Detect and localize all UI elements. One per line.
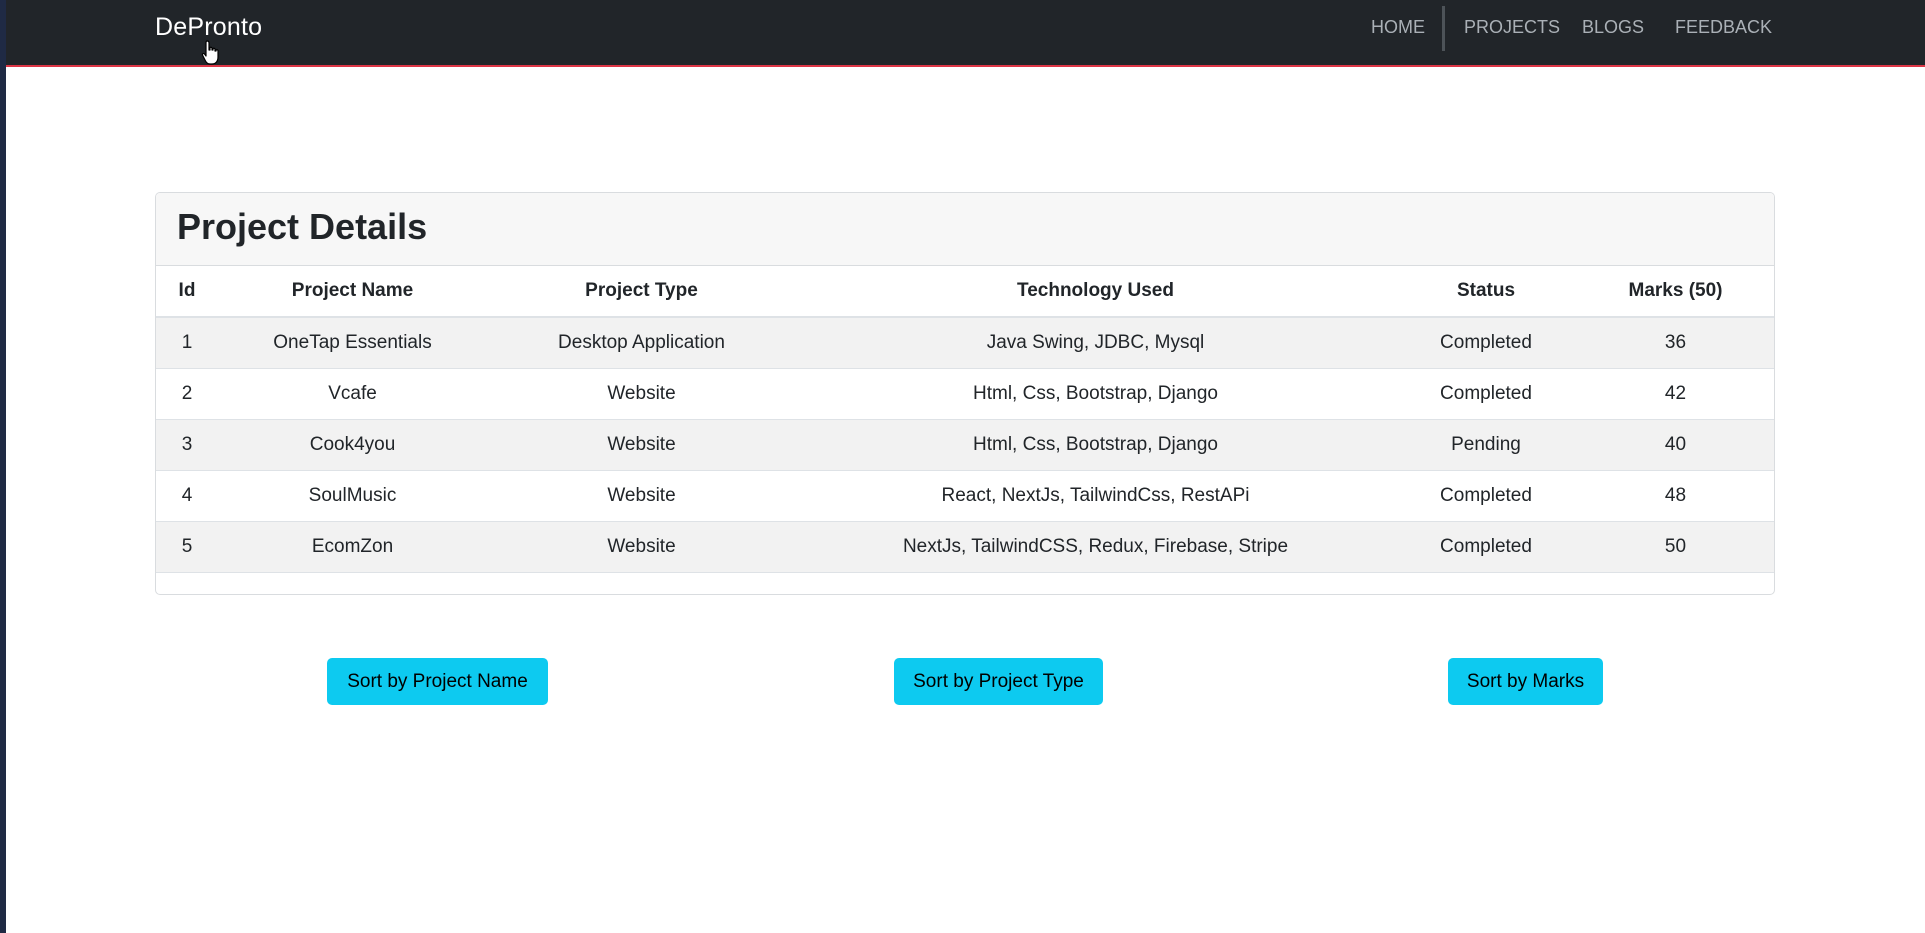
card-header: Project Details xyxy=(156,193,1774,266)
nav-divider xyxy=(1442,6,1445,51)
sort-by-project-name-button[interactable]: Sort by Project Name xyxy=(327,658,548,705)
cell-technology: React, NextJs, TailwindCss, RestAPi xyxy=(796,470,1395,522)
cell-project-type: Website xyxy=(487,521,796,573)
window-edge xyxy=(0,0,6,933)
column-header-status: Status xyxy=(1395,266,1577,318)
cell-id: 1 xyxy=(156,317,218,369)
cell-technology: Html, Css, Bootstrap, Django xyxy=(796,368,1395,420)
cell-marks: 36 xyxy=(1577,317,1774,369)
column-header-project-name: Project Name xyxy=(218,266,487,318)
cell-project-name: Vcafe xyxy=(218,368,487,420)
projects-table: Id Project Name Project Type Technology … xyxy=(156,266,1774,573)
column-header-marks: Marks (50) xyxy=(1577,266,1774,318)
cell-project-type: Desktop Application xyxy=(487,317,796,369)
column-header-technology: Technology Used xyxy=(796,266,1395,318)
column-header-project-type: Project Type xyxy=(487,266,796,318)
top-navbar: DePronto HOME PROJECTS BLOGS FEEDBACK xyxy=(6,0,1925,67)
sort-by-project-type-button[interactable]: Sort by Project Type xyxy=(894,658,1103,705)
nav-blogs-link[interactable]: BLOGS xyxy=(1582,17,1644,38)
cell-project-name: EcomZon xyxy=(218,521,487,573)
cell-id: 5 xyxy=(156,521,218,573)
cell-marks: 50 xyxy=(1577,521,1774,573)
cell-id: 4 xyxy=(156,470,218,522)
nav-projects-link[interactable]: PROJECTS xyxy=(1464,17,1560,38)
card-title: Project Details xyxy=(177,206,428,247)
table-row: 4 SoulMusic Website React, NextJs, Tailw… xyxy=(156,470,1774,522)
cell-project-type: Website xyxy=(487,470,796,522)
cell-status: Completed xyxy=(1395,317,1577,369)
cell-marks: 48 xyxy=(1577,470,1774,522)
table-row: 3 Cook4you Website Html, Css, Bootstrap,… xyxy=(156,419,1774,471)
cell-id: 2 xyxy=(156,368,218,420)
nav-home-link[interactable]: HOME xyxy=(1371,17,1425,38)
column-header-id: Id xyxy=(156,266,218,318)
cell-project-name: Cook4you xyxy=(218,419,487,471)
sort-by-marks-button[interactable]: Sort by Marks xyxy=(1448,658,1603,705)
cell-technology: Java Swing, JDBC, Mysql xyxy=(796,317,1395,369)
project-details-card: Project Details Id Project Name Project … xyxy=(155,192,1775,595)
cell-project-name: SoulMusic xyxy=(218,470,487,522)
cell-project-type: Website xyxy=(487,368,796,420)
cell-status: Completed xyxy=(1395,368,1577,420)
cell-status: Completed xyxy=(1395,521,1577,573)
cell-status: Completed xyxy=(1395,470,1577,522)
hand-pointer-icon xyxy=(201,40,219,65)
cell-marks: 42 xyxy=(1577,368,1774,420)
brand-logo-link[interactable]: DePronto xyxy=(155,13,262,42)
table-row: 5 EcomZon Website NextJs, TailwindCSS, R… xyxy=(156,521,1774,573)
cell-status: Pending xyxy=(1395,419,1577,471)
table-row: 2 Vcafe Website Html, Css, Bootstrap, Dj… xyxy=(156,368,1774,420)
table-row: 1 OneTap Essentials Desktop Application … xyxy=(156,317,1774,369)
cell-project-name: OneTap Essentials xyxy=(218,317,487,369)
cell-technology: Html, Css, Bootstrap, Django xyxy=(796,419,1395,471)
cell-technology: NextJs, TailwindCSS, Redux, Firebase, St… xyxy=(796,521,1395,573)
cell-id: 3 xyxy=(156,419,218,471)
table-header-row: Id Project Name Project Type Technology … xyxy=(156,266,1774,318)
cell-project-type: Website xyxy=(487,419,796,471)
nav-feedback-link[interactable]: FEEDBACK xyxy=(1675,17,1772,38)
cell-marks: 40 xyxy=(1577,419,1774,471)
